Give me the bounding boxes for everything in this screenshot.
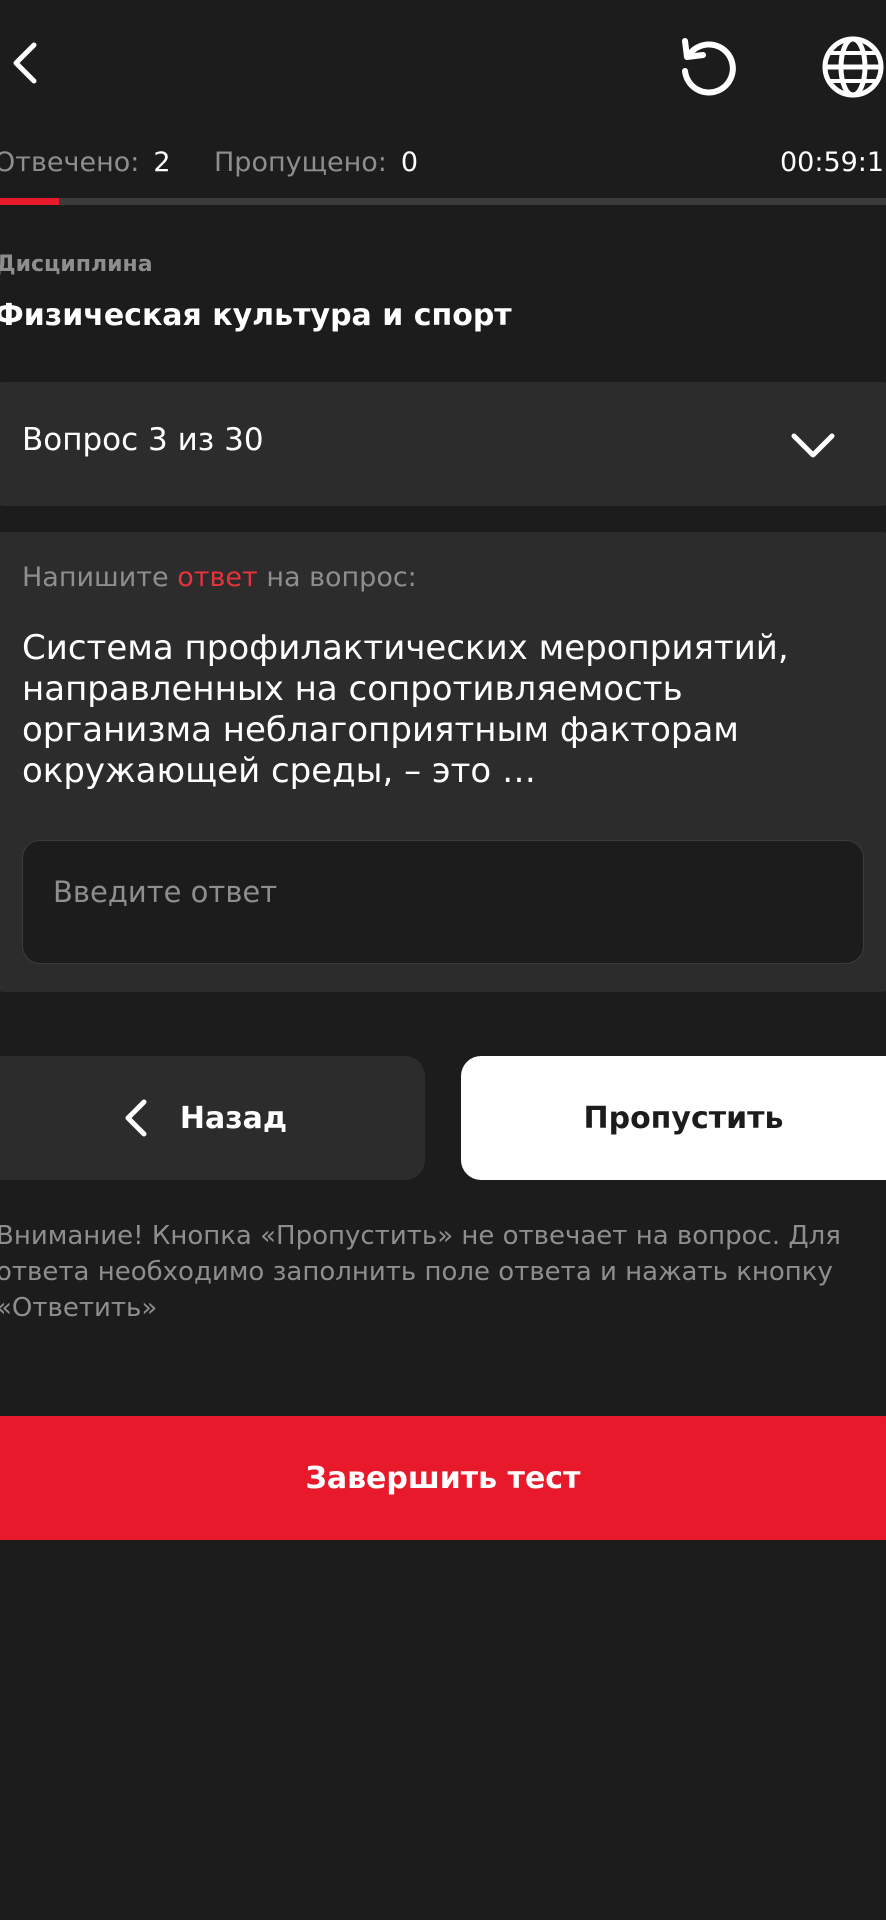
chevron-left-icon [13,42,37,84]
question-text: Система профилактических мероприятий, на… [22,628,789,791]
skip-button[interactable]: Пропустить [461,1056,886,1180]
language-button[interactable] [820,34,886,100]
answered-count: Отвечено: 2 [0,147,171,178]
answer-input[interactable] [22,840,864,964]
timer: 00:59:13 [780,146,886,178]
test-screen: Отвечено: 2 Пропущено: 0 00:59:13 Дисципли… [0,0,886,1920]
prompt-accent: ответ [177,562,258,593]
answered-value: 2 [153,146,171,178]
finish-test-label: Завершить тест [305,1460,581,1496]
rotate-ccw-icon [682,38,736,96]
skipped-label: Пропущено: [214,146,387,178]
question-card: Напишите ответ на вопрос: Система профил… [0,532,886,992]
answered-label: Отвечено: [0,146,140,178]
chevron-down-icon [791,433,835,458]
prompt-before: Напишите [22,562,178,593]
back-question-button[interactable]: Назад [0,1056,425,1180]
progress-fill [0,198,60,205]
discipline-title: Физическая культура и спорт [0,298,512,333]
back-button[interactable] [0,30,50,96]
progress-bar [0,198,886,205]
back-question-label: Назад [179,1100,288,1136]
globe-icon [822,36,884,98]
reset-button[interactable] [674,34,740,100]
discipline-label: Дисциплина [0,252,153,277]
skip-label: Пропустить [583,1100,784,1136]
skipped-value: 0 [400,146,419,178]
question-number: Вопрос 3 из 30 [22,422,264,458]
question-prompt: Напишите ответ на вопрос: [22,562,417,593]
prompt-after: на вопрос: [257,562,417,593]
test-stats: Отвечено: 2 Пропущено: 0 00:59:13 [0,142,886,182]
question-selector[interactable]: Вопрос 3 из 30 [0,382,886,506]
finish-test-button[interactable]: Завершить тест [0,1416,886,1540]
skipped-count: Пропущено: 0 [214,147,418,178]
chevron-left-icon [125,1099,147,1137]
skip-warning: Внимание! Кнопка «Пропустить» не отвечае… [0,1221,841,1323]
